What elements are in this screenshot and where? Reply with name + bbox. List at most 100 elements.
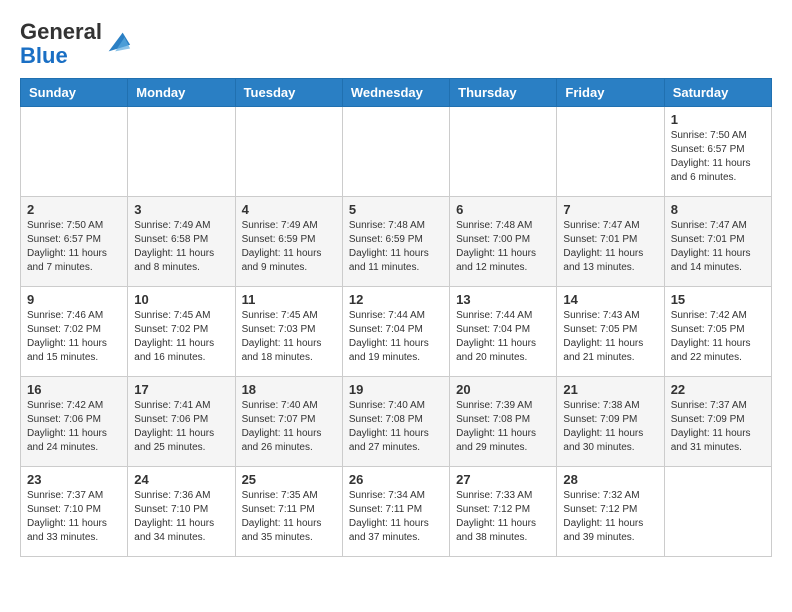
- day-info: Sunrise: 7:43 AM Sunset: 7:05 PM Dayligh…: [563, 309, 657, 365]
- day-info: Sunrise: 7:45 AM Sunset: 7:03 PM Dayligh…: [242, 309, 336, 365]
- calendar-cell: [450, 107, 557, 197]
- calendar-week-5: 23 Sunrise: 7:37 AM Sunset: 7:10 PM Dayli…: [21, 467, 772, 557]
- calendar-cell: 10 Sunrise: 7:45 AM Sunset: 7:02 PM Dayli…: [128, 287, 235, 377]
- calendar-cell: [664, 467, 771, 557]
- day-number: 24: [134, 472, 228, 487]
- day-info: Sunrise: 7:33 AM Sunset: 7:12 PM Dayligh…: [456, 489, 550, 545]
- calendar-cell: 14 Sunrise: 7:43 AM Sunset: 7:05 PM Dayli…: [557, 287, 664, 377]
- weekday-header-thursday: Thursday: [450, 79, 557, 107]
- calendar-cell: 4 Sunrise: 7:49 AM Sunset: 6:59 PM Daylig…: [235, 197, 342, 287]
- day-number: 16: [27, 382, 121, 397]
- calendar-cell: 13 Sunrise: 7:44 AM Sunset: 7:04 PM Dayli…: [450, 287, 557, 377]
- calendar-week-2: 2 Sunrise: 7:50 AM Sunset: 6:57 PM Daylig…: [21, 197, 772, 287]
- day-info: Sunrise: 7:48 AM Sunset: 7:00 PM Dayligh…: [456, 219, 550, 275]
- calendar-cell: 25 Sunrise: 7:35 AM Sunset: 7:11 PM Dayli…: [235, 467, 342, 557]
- calendar-cell: 8Sunrise: 7:47 AM Sunset: 7:01 PM Daylig…: [664, 197, 771, 287]
- day-number: 13: [456, 292, 550, 307]
- day-info: Sunrise: 7:38 AM Sunset: 7:09 PM Dayligh…: [563, 399, 657, 455]
- calendar-cell: [128, 107, 235, 197]
- calendar-week-4: 16 Sunrise: 7:42 AM Sunset: 7:06 PM Dayli…: [21, 377, 772, 467]
- day-info: Sunrise: 7:40 AM Sunset: 7:08 PM Dayligh…: [349, 399, 443, 455]
- day-number: 9: [27, 292, 121, 307]
- calendar-cell: 21 Sunrise: 7:38 AM Sunset: 7:09 PM Dayli…: [557, 377, 664, 467]
- weekday-header-tuesday: Tuesday: [235, 79, 342, 107]
- calendar-cell: 27 Sunrise: 7:33 AM Sunset: 7:12 PM Dayli…: [450, 467, 557, 557]
- day-info: Sunrise: 7:32 AM Sunset: 7:12 PM Dayligh…: [563, 489, 657, 545]
- calendar-cell: [342, 107, 449, 197]
- calendar-cell: [557, 107, 664, 197]
- day-number: 20: [456, 382, 550, 397]
- calendar-cell: 19 Sunrise: 7:40 AM Sunset: 7:08 PM Dayli…: [342, 377, 449, 467]
- calendar-cell: 11 Sunrise: 7:45 AM Sunset: 7:03 PM Dayli…: [235, 287, 342, 377]
- calendar-cell: 15 Sunrise: 7:42 AM Sunset: 7:05 PM Dayli…: [664, 287, 771, 377]
- day-number: 4: [242, 202, 336, 217]
- day-info: Sunrise: 7:49 AM Sunset: 6:59 PM Dayligh…: [242, 219, 336, 275]
- calendar-cell: 3 Sunrise: 7:49 AM Sunset: 6:58 PM Daylig…: [128, 197, 235, 287]
- day-info: Sunrise: 7:47 AM Sunset: 7:01 PM Dayligh…: [563, 219, 657, 275]
- day-number: 27: [456, 472, 550, 487]
- day-number: 18: [242, 382, 336, 397]
- calendar-cell: 9Sunrise: 7:46 AM Sunset: 7:02 PM Daylig…: [21, 287, 128, 377]
- logo-blue: Blue: [20, 43, 68, 68]
- day-number: 19: [349, 382, 443, 397]
- logo-icon: [104, 28, 132, 56]
- calendar-cell: [21, 107, 128, 197]
- weekday-header-row: SundayMondayTuesdayWednesdayThursdayFrid…: [21, 79, 772, 107]
- day-info: Sunrise: 7:40 AM Sunset: 7:07 PM Dayligh…: [242, 399, 336, 455]
- page-header: General Blue: [20, 20, 772, 68]
- day-info: Sunrise: 7:37 AM Sunset: 7:10 PM Dayligh…: [27, 489, 121, 545]
- day-info: Sunrise: 7:50 AM Sunset: 6:57 PM Dayligh…: [27, 219, 121, 275]
- day-info: Sunrise: 7:48 AM Sunset: 6:59 PM Dayligh…: [349, 219, 443, 275]
- calendar-week-3: 9Sunrise: 7:46 AM Sunset: 7:02 PM Daylig…: [21, 287, 772, 377]
- day-info: Sunrise: 7:45 AM Sunset: 7:02 PM Dayligh…: [134, 309, 228, 365]
- day-info: Sunrise: 7:44 AM Sunset: 7:04 PM Dayligh…: [349, 309, 443, 365]
- day-number: 3: [134, 202, 228, 217]
- day-info: Sunrise: 7:44 AM Sunset: 7:04 PM Dayligh…: [456, 309, 550, 365]
- calendar-week-1: 1 Sunrise: 7:50 AM Sunset: 6:57 PM Daylig…: [21, 107, 772, 197]
- calendar-cell: 16 Sunrise: 7:42 AM Sunset: 7:06 PM Dayli…: [21, 377, 128, 467]
- day-info: Sunrise: 7:47 AM Sunset: 7:01 PM Dayligh…: [671, 219, 765, 275]
- day-number: 23: [27, 472, 121, 487]
- day-info: Sunrise: 7:49 AM Sunset: 6:58 PM Dayligh…: [134, 219, 228, 275]
- day-number: 17: [134, 382, 228, 397]
- weekday-header-friday: Friday: [557, 79, 664, 107]
- day-info: Sunrise: 7:34 AM Sunset: 7:11 PM Dayligh…: [349, 489, 443, 545]
- day-number: 14: [563, 292, 657, 307]
- day-number: 15: [671, 292, 765, 307]
- day-info: Sunrise: 7:35 AM Sunset: 7:11 PM Dayligh…: [242, 489, 336, 545]
- day-info: Sunrise: 7:42 AM Sunset: 7:06 PM Dayligh…: [27, 399, 121, 455]
- calendar-cell: 28 Sunrise: 7:32 AM Sunset: 7:12 PM Dayli…: [557, 467, 664, 557]
- day-number: 7: [563, 202, 657, 217]
- calendar-cell: 23 Sunrise: 7:37 AM Sunset: 7:10 PM Dayli…: [21, 467, 128, 557]
- day-info: Sunrise: 7:42 AM Sunset: 7:05 PM Dayligh…: [671, 309, 765, 365]
- day-number: 6: [456, 202, 550, 217]
- weekday-header-saturday: Saturday: [664, 79, 771, 107]
- day-number: 1: [671, 112, 765, 127]
- day-number: 2: [27, 202, 121, 217]
- calendar-cell: 18 Sunrise: 7:40 AM Sunset: 7:07 PM Dayli…: [235, 377, 342, 467]
- calendar-cell: 5 Sunrise: 7:48 AM Sunset: 6:59 PM Daylig…: [342, 197, 449, 287]
- calendar-cell: [235, 107, 342, 197]
- calendar-cell: 7 Sunrise: 7:47 AM Sunset: 7:01 PM Daylig…: [557, 197, 664, 287]
- day-number: 5: [349, 202, 443, 217]
- calendar-cell: 22Sunrise: 7:37 AM Sunset: 7:09 PM Dayli…: [664, 377, 771, 467]
- day-info: Sunrise: 7:37 AM Sunset: 7:09 PM Dayligh…: [671, 399, 765, 455]
- weekday-header-monday: Monday: [128, 79, 235, 107]
- calendar-cell: 26 Sunrise: 7:34 AM Sunset: 7:11 PM Dayli…: [342, 467, 449, 557]
- calendar-cell: 2 Sunrise: 7:50 AM Sunset: 6:57 PM Daylig…: [21, 197, 128, 287]
- day-number: 11: [242, 292, 336, 307]
- calendar-table: SundayMondayTuesdayWednesdayThursdayFrid…: [20, 78, 772, 557]
- day-number: 10: [134, 292, 228, 307]
- day-number: 28: [563, 472, 657, 487]
- day-info: Sunrise: 7:50 AM Sunset: 6:57 PM Dayligh…: [671, 129, 765, 185]
- day-number: 26: [349, 472, 443, 487]
- calendar-cell: 20 Sunrise: 7:39 AM Sunset: 7:08 PM Dayli…: [450, 377, 557, 467]
- calendar-cell: 24Sunrise: 7:36 AM Sunset: 7:10 PM Dayli…: [128, 467, 235, 557]
- day-number: 21: [563, 382, 657, 397]
- day-number: 12: [349, 292, 443, 307]
- weekday-header-sunday: Sunday: [21, 79, 128, 107]
- day-info: Sunrise: 7:39 AM Sunset: 7:08 PM Dayligh…: [456, 399, 550, 455]
- calendar-cell: 6 Sunrise: 7:48 AM Sunset: 7:00 PM Daylig…: [450, 197, 557, 287]
- day-number: 25: [242, 472, 336, 487]
- logo: General Blue: [20, 20, 132, 68]
